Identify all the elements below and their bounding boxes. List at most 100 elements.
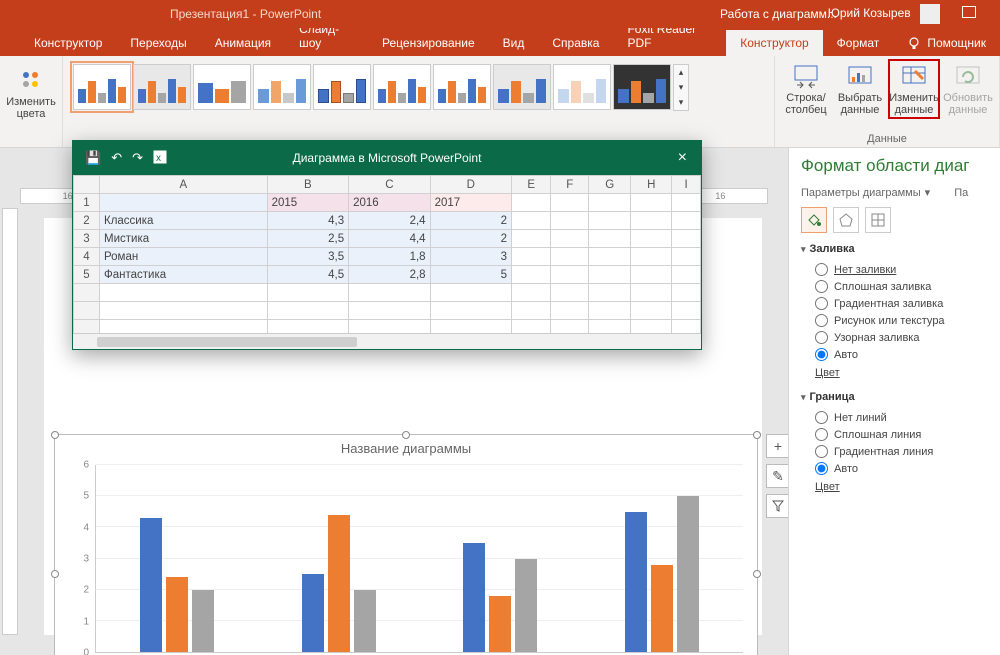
bar[interactable]: [651, 565, 673, 652]
cell[interactable]: [631, 248, 672, 266]
bar[interactable]: [166, 577, 188, 652]
gallery-up-icon[interactable]: ▴: [674, 65, 688, 80]
row-header[interactable]: 1: [74, 194, 100, 212]
cell[interactable]: [551, 302, 589, 320]
select-all-cell[interactable]: [74, 176, 100, 194]
border-none-radio[interactable]: Нет линий: [801, 409, 1000, 426]
cell[interactable]: [672, 284, 701, 302]
change-colors-button[interactable]: Изменить цвета: [6, 64, 56, 122]
excel-scrollbar-h[interactable]: [73, 333, 701, 349]
cell[interactable]: [631, 194, 672, 212]
fill-color-button[interactable]: Цвет: [801, 363, 1000, 383]
cell[interactable]: [551, 284, 589, 302]
chart-style-10[interactable]: [613, 64, 671, 110]
undo-icon[interactable]: ↶: [111, 150, 122, 166]
cell[interactable]: [672, 248, 701, 266]
excel-title-bar[interactable]: 💾 ↶ ↷ x Диаграмма в Microsoft PowerPoint…: [73, 141, 701, 175]
tab-transitions[interactable]: Переходы: [116, 30, 200, 56]
bar-group[interactable]: [420, 465, 582, 652]
tab-animation[interactable]: Анимация: [201, 30, 285, 56]
bar-group[interactable]: [581, 465, 743, 652]
cell[interactable]: [100, 194, 268, 212]
tab-help[interactable]: Справка: [538, 30, 613, 56]
cell[interactable]: [589, 194, 631, 212]
cell[interactable]: [100, 284, 268, 302]
tell-me[interactable]: Помощник: [893, 30, 1000, 56]
cell[interactable]: [589, 284, 631, 302]
cell[interactable]: [551, 194, 589, 212]
chart-style-4[interactable]: [253, 64, 311, 110]
cell[interactable]: [512, 284, 551, 302]
row-header[interactable]: [74, 302, 100, 320]
row-header[interactable]: [74, 284, 100, 302]
tab-format[interactable]: Формат: [823, 30, 894, 56]
cell[interactable]: 4,3: [267, 212, 348, 230]
cell[interactable]: 2017: [430, 194, 511, 212]
bar[interactable]: [328, 515, 350, 652]
bar[interactable]: [677, 496, 699, 652]
bar[interactable]: [354, 590, 376, 652]
cell[interactable]: [631, 230, 672, 248]
cell[interactable]: [672, 266, 701, 284]
chart-style-5[interactable]: [313, 64, 371, 110]
chart-styles-button[interactable]: ✎: [766, 464, 788, 488]
border-color-button[interactable]: Цвет: [801, 477, 1000, 497]
col-header[interactable]: D: [430, 176, 511, 194]
select-data-button[interactable]: Выбрать данные: [835, 60, 885, 118]
fill-section-title[interactable]: Заливка: [801, 243, 1000, 255]
fill-pattern-radio[interactable]: Узорная заливка: [801, 329, 1000, 346]
chart-style-7[interactable]: [433, 64, 491, 110]
excel-grid[interactable]: ABCDEFGHI12015201620172Классика4,32,423М…: [73, 175, 701, 338]
cell[interactable]: [551, 230, 589, 248]
tab-review[interactable]: Рецензирование: [368, 30, 489, 56]
fill-auto-radio[interactable]: Авто: [801, 346, 1000, 363]
plot-area[interactable]: [95, 465, 743, 653]
chart-object[interactable]: Название диаграммы 0 1 2 3 4 5 6 Классик…: [54, 434, 758, 655]
bar-group[interactable]: [258, 465, 420, 652]
cell[interactable]: [589, 212, 631, 230]
cell[interactable]: [512, 266, 551, 284]
cell[interactable]: [430, 302, 511, 320]
switch-row-column-button[interactable]: Строка/ столбец: [781, 60, 831, 118]
cell[interactable]: [349, 284, 430, 302]
cell[interactable]: 2015: [267, 194, 348, 212]
gallery-down-icon[interactable]: ▾: [674, 80, 688, 95]
chart-elements-button[interactable]: +: [766, 434, 788, 458]
cell[interactable]: 2,5: [267, 230, 348, 248]
edit-data-button[interactable]: Изменить данные: [889, 60, 939, 118]
fill-solid-radio[interactable]: Сплошная заливка: [801, 278, 1000, 295]
excel-data-window[interactable]: 💾 ↶ ↷ x Диаграмма в Microsoft PowerPoint…: [72, 140, 702, 350]
border-section-title[interactable]: Граница: [801, 391, 1000, 403]
bar[interactable]: [489, 596, 511, 652]
close-icon[interactable]: ×: [678, 149, 687, 167]
col-header[interactable]: I: [672, 176, 701, 194]
size-properties-tab[interactable]: [865, 207, 891, 233]
cell[interactable]: [551, 266, 589, 284]
cell[interactable]: [672, 230, 701, 248]
cell[interactable]: [589, 302, 631, 320]
cell[interactable]: 2,8: [349, 266, 430, 284]
cell[interactable]: [512, 230, 551, 248]
save-icon[interactable]: 💾: [85, 150, 101, 166]
bar[interactable]: [302, 574, 324, 652]
cell[interactable]: [512, 302, 551, 320]
cell[interactable]: 2,4: [349, 212, 430, 230]
fill-gradient-radio[interactable]: Градиентная заливка: [801, 295, 1000, 312]
cell[interactable]: Роман: [100, 248, 268, 266]
user-name[interactable]: Юрий Козырев: [828, 4, 940, 24]
row-header[interactable]: 3: [74, 230, 100, 248]
bar[interactable]: [192, 590, 214, 652]
cell[interactable]: 4,5: [267, 266, 348, 284]
row-header[interactable]: 5: [74, 266, 100, 284]
cell[interactable]: [672, 212, 701, 230]
cell[interactable]: 3: [430, 248, 511, 266]
cell[interactable]: [589, 248, 631, 266]
redo-icon[interactable]: ↷: [132, 150, 143, 166]
chart-filters-button[interactable]: [766, 494, 788, 518]
bar[interactable]: [140, 518, 162, 652]
cell[interactable]: [631, 302, 672, 320]
cell[interactable]: 4,4: [349, 230, 430, 248]
excel-app-icon[interactable]: x: [153, 150, 167, 166]
cell[interactable]: [430, 284, 511, 302]
cell[interactable]: Мистика: [100, 230, 268, 248]
